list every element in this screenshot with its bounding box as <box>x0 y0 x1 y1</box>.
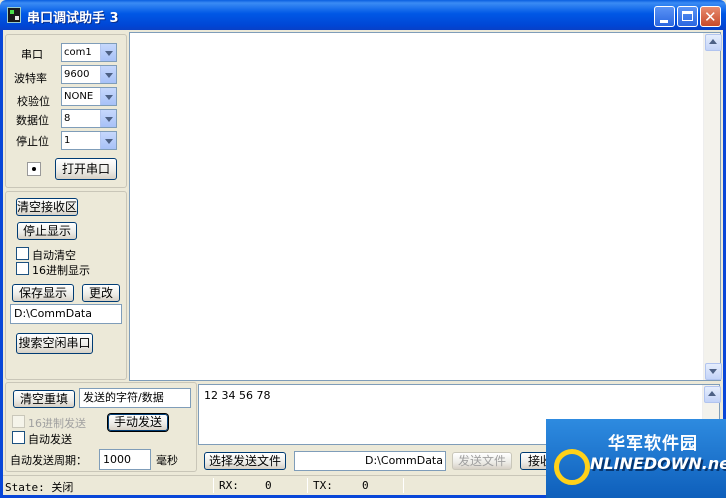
hex-display-checkbox[interactable] <box>16 262 29 275</box>
port-select[interactable]: com1 <box>61 43 117 62</box>
status-divider <box>307 478 308 493</box>
auto-clear-label: 自动清空 <box>32 249 76 262</box>
chevron-down-icon[interactable] <box>100 88 116 105</box>
hex-display-label: 16进制显示 <box>32 264 90 277</box>
stop-bits-select[interactable]: 1 <box>61 131 117 150</box>
stop-bits-label: 停止位 <box>16 135 49 148</box>
data-bits-value: 8 <box>64 113 71 124</box>
parity-value: NONE <box>64 91 94 102</box>
status-divider <box>213 478 214 493</box>
chevron-down-icon[interactable] <box>100 66 116 83</box>
rx-count: 0 <box>265 479 272 492</box>
watermark-en-text: NLINEDOWN.net <box>590 454 726 473</box>
app-icon <box>7 7 21 23</box>
hex-send-label: 16进制发送 <box>28 417 86 430</box>
manual-send-button[interactable]: 手动发送 <box>108 414 168 431</box>
tx-count: 0 <box>362 479 369 492</box>
onlinedown-watermark: 华军软件园 NLINEDOWN.net <box>546 419 726 498</box>
close-button[interactable]: ✕ <box>700 6 721 27</box>
minimize-button[interactable] <box>654 6 675 27</box>
search-ports-button[interactable]: 搜索空闲串口 <box>16 333 93 354</box>
indicator-dot-icon <box>32 167 36 171</box>
port-value: com1 <box>64 47 92 58</box>
period-unit-label: 毫秒 <box>156 454 178 467</box>
change-path-button[interactable]: 更改 <box>82 284 120 302</box>
close-icon: ✕ <box>704 8 717 26</box>
stop-bits-value: 1 <box>64 135 71 146</box>
baud-label: 波特率 <box>14 72 47 85</box>
send-file-path[interactable]: D:\CommData <box>294 451 446 471</box>
status-divider <box>403 478 404 493</box>
auto-clear-checkbox[interactable] <box>16 247 29 260</box>
port-status-indicator <box>27 162 41 176</box>
watermark-logo-ring-icon <box>554 449 590 485</box>
send-period-label: 自动发送周期： <box>10 454 87 467</box>
choose-send-file-button[interactable]: 选择发送文件 <box>204 452 286 470</box>
clear-receive-button[interactable]: 清空接收区 <box>16 198 78 216</box>
window-title: 串口调试助手 3 <box>27 11 119 26</box>
auto-send-label: 自动发送 <box>28 433 72 446</box>
baud-select[interactable]: 9600 <box>61 65 117 84</box>
clear-send-button[interactable]: 清空重填 <box>13 390 75 408</box>
open-port-button[interactable]: 打开串口 <box>55 158 117 180</box>
maximize-button[interactable] <box>677 6 698 27</box>
send-data-title: 发送的字符/数据 <box>79 388 191 408</box>
chevron-down-icon[interactable] <box>100 132 116 149</box>
hex-send-checkbox[interactable] <box>12 415 25 428</box>
stop-display-button[interactable]: 停止显示 <box>17 222 77 240</box>
title-bar[interactable]: 串口调试助手 3 ✕ <box>0 0 726 30</box>
rx-label: RX: <box>219 479 239 492</box>
send-period-input[interactable]: 1000 <box>99 449 151 470</box>
data-bits-label: 数据位 <box>16 114 49 127</box>
receive-scrollbar[interactable] <box>703 33 722 380</box>
scroll-down-icon[interactable] <box>705 363 722 380</box>
scroll-up-icon[interactable] <box>705 34 722 51</box>
save-path-field[interactable]: D:\CommData <box>10 304 122 324</box>
auto-send-checkbox[interactable] <box>12 431 25 444</box>
baud-value: 9600 <box>64 69 90 80</box>
watermark-cn-text: 华军软件园 <box>608 434 698 454</box>
chevron-down-icon[interactable] <box>100 110 116 127</box>
parity-select[interactable]: NONE <box>61 87 117 106</box>
minimize-icon <box>660 20 668 23</box>
send-file-button[interactable]: 发送文件 <box>452 452 512 470</box>
receive-textarea[interactable] <box>129 32 722 381</box>
parity-label: 校验位 <box>17 95 50 108</box>
save-display-button[interactable]: 保存显示 <box>12 284 74 302</box>
chevron-down-icon[interactable] <box>100 44 116 61</box>
state-text: State: 关闭 <box>5 481 74 494</box>
scroll-up-icon[interactable] <box>704 386 721 403</box>
tx-label: TX: <box>313 479 333 492</box>
send-content: 12 34 56 78 <box>204 389 271 402</box>
port-label: 串口 <box>21 48 43 61</box>
data-bits-select[interactable]: 8 <box>61 109 117 128</box>
maximize-icon <box>682 11 693 21</box>
